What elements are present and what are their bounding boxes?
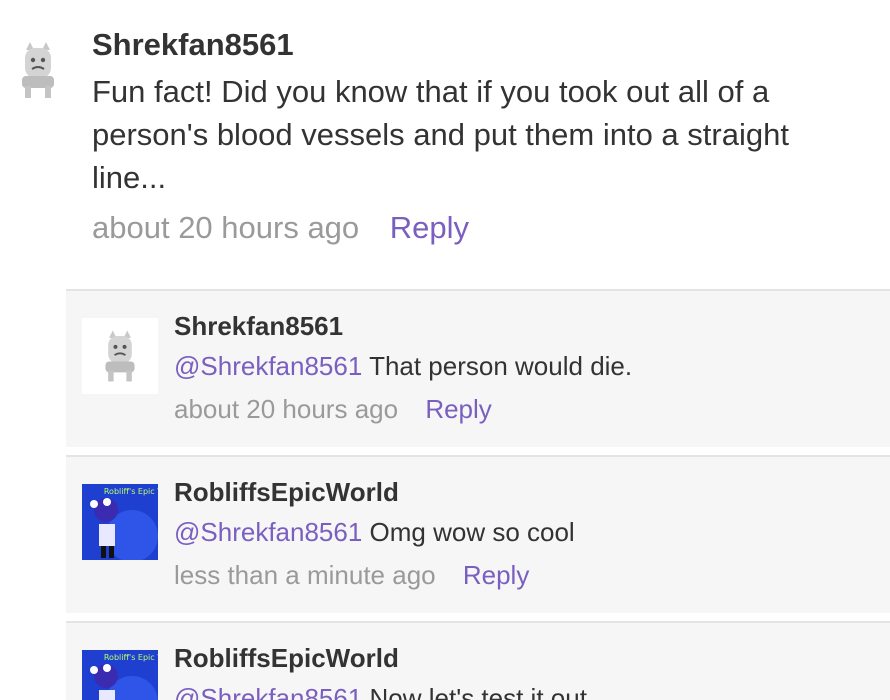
reply-button[interactable]: Reply xyxy=(390,210,469,245)
reply-username[interactable]: RobliffsEpicWorld xyxy=(174,477,399,508)
reply-meta: less than a minute ago Reply xyxy=(174,560,529,591)
reply-body: @Shrekfan8561 Omg wow so cool xyxy=(174,517,575,548)
robliffs-epic-world-avatar-icon[interactable]: Robliff's Epic World xyxy=(82,484,158,560)
reply-timestamp: less than a minute ago xyxy=(174,560,436,590)
mention-link[interactable]: @Shrekfan8561 xyxy=(174,683,362,700)
comment-username[interactable]: Shrekfan8561 xyxy=(92,27,294,63)
reply-button[interactable]: Reply xyxy=(463,560,529,590)
svg-text:Robliff's Epic World: Robliff's Epic World xyxy=(104,487,158,496)
reply-text: That person would die. xyxy=(369,351,633,381)
mention-link[interactable]: @Shrekfan8561 xyxy=(174,517,362,547)
comment-meta: about 20 hours ago Reply xyxy=(92,210,469,246)
reply-body: @Shrekfan8561 Now let's test it out xyxy=(174,683,587,700)
reply-timestamp: about 20 hours ago xyxy=(174,394,399,424)
reply-body: @Shrekfan8561 That person would die. xyxy=(174,351,632,382)
mention-link[interactable]: @Shrekfan8561 xyxy=(174,351,362,381)
gray-mascot-avatar-icon[interactable] xyxy=(16,40,60,100)
reply-button[interactable]: Reply xyxy=(425,394,491,424)
reply-item: Shrekfan8561 @Shrekfan8561 That person w… xyxy=(66,289,890,447)
reply-text: Omg wow so cool xyxy=(369,517,575,547)
top-comment: Shrekfan8561 Fun fact! Did you know that… xyxy=(0,0,890,270)
svg-text:Robliff's Epic World: Robliff's Epic World xyxy=(104,653,158,662)
reply-item: Robliff's Epic World RobliffsEpicWorld @… xyxy=(66,455,890,613)
gray-mascot-avatar-icon[interactable] xyxy=(82,318,158,394)
reply-meta: about 20 hours ago Reply xyxy=(174,394,492,425)
comment-timestamp: about 20 hours ago xyxy=(92,210,360,245)
comment-thread: Shrekfan8561 Fun fact! Did you know that… xyxy=(0,0,890,700)
robliffs-epic-world-avatar-icon[interactable]: Robliff's Epic World xyxy=(82,650,158,700)
comment-body: Fun fact! Did you know that if you took … xyxy=(92,74,789,195)
reply-text: Now let's test it out xyxy=(369,683,587,700)
reply-username[interactable]: Shrekfan8561 xyxy=(174,311,343,342)
reply-item: Robliff's Epic World RobliffsEpicWorld @… xyxy=(66,621,890,700)
reply-username[interactable]: RobliffsEpicWorld xyxy=(174,643,399,674)
